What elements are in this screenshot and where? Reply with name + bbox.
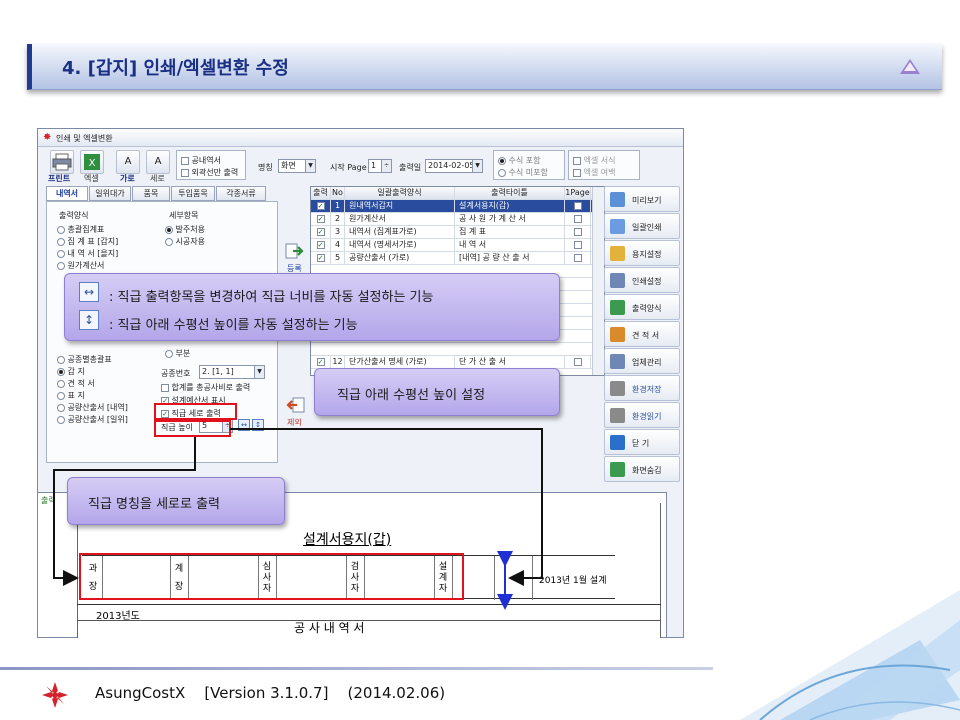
- footer-product: AsungCostX: [95, 684, 186, 702]
- footer-divider: [0, 667, 713, 670]
- vertical-print-callout: 직급 명칭을 세로로 출력: [67, 477, 285, 525]
- line-height-text: 직급 아래 수평선 높이 설정: [337, 388, 486, 403]
- vertical-print-text: 직급 명칭을 세로로 출력: [88, 497, 220, 512]
- decorative-ruler-graphic: [740, 590, 960, 720]
- line-height-callout: 직급 아래 수평선 높이 설정: [314, 368, 560, 416]
- footer-version: [Version 3.1.0.7]: [204, 684, 329, 702]
- auto-height-icon: ↕: [79, 310, 99, 330]
- footer-date: (2014.02.06): [347, 684, 446, 702]
- height-feature-text: : 직급 아래 수평선 높이를 자동 설정하는 기능: [109, 318, 358, 333]
- auto-width-icon: ↔: [79, 282, 99, 302]
- footer-text: AsungCostX [Version 3.1.0.7] (2014.02.06…: [95, 684, 445, 702]
- asung-logo-icon: [40, 680, 70, 714]
- width-feature-text: : 직급 출력항목을 변경하여 직급 너비를 자동 설정하는 기능: [109, 290, 434, 305]
- feature-callout: ↔ : 직급 출력항목을 변경하여 직급 너비를 자동 설정하는 기능 ↕ : …: [64, 273, 560, 341]
